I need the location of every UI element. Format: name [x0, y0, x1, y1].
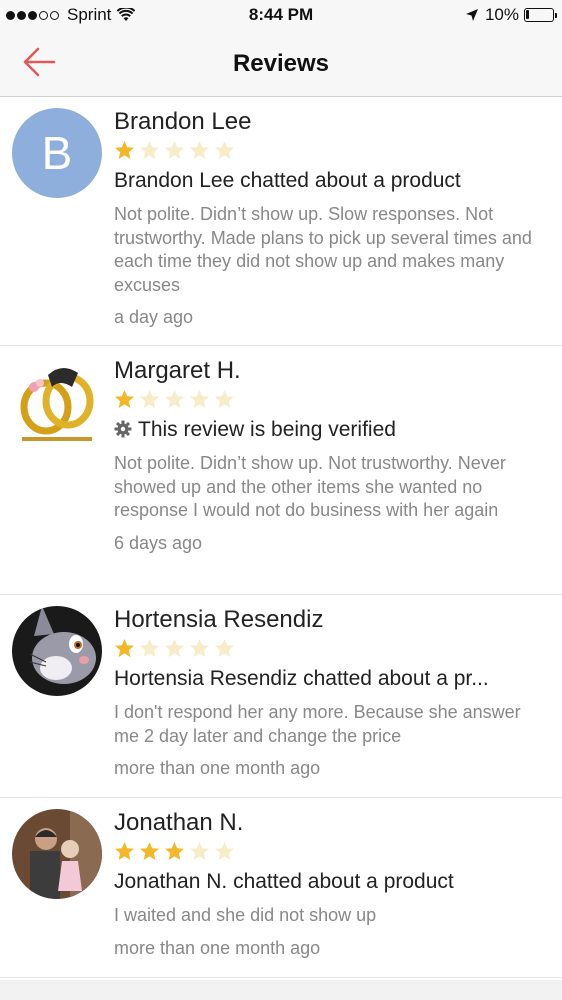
star-filled-icon — [115, 638, 134, 657]
reviewer-name[interactable]: Margaret H. — [114, 356, 550, 386]
star-empty-icon — [190, 841, 209, 860]
review-headline: Hortensia Resendiz chatted about a pr... — [114, 667, 489, 690]
review-item: Margaret H. This review is being verifie… — [0, 346, 562, 595]
cartoon-rabbit-image — [12, 606, 102, 696]
star-filled-icon — [115, 841, 134, 860]
review-body: Not polite. Didn’t show up. Slow respons… — [114, 204, 532, 295]
review-item: B Brandon Lee Brandon Lee chatted about … — [0, 97, 562, 346]
review-headline: This review is being verified — [138, 418, 396, 441]
star-rating — [114, 840, 550, 862]
star-rating — [114, 637, 550, 659]
review-headline-row: This review is being verified — [114, 416, 550, 444]
star-empty-icon — [215, 389, 234, 408]
avatar-letter: B — [41, 127, 73, 179]
star-filled-icon — [115, 140, 134, 159]
review-body: I waited and she did not show up — [114, 905, 377, 925]
review-headline: Jonathan N. chatted about a product — [114, 870, 454, 893]
reviewer-name[interactable]: Brandon Lee — [114, 107, 550, 137]
navigation-bar: Reviews — [0, 30, 562, 97]
location-arrow-icon — [465, 9, 478, 21]
star-empty-icon — [190, 140, 209, 159]
star-empty-icon — [165, 140, 184, 159]
review-item: Jonathan N. Jonathan N. chatted about a … — [0, 798, 562, 978]
status-bar: Sprint 8:44 PM 10% — [0, 0, 562, 30]
star-filled-icon — [165, 841, 184, 860]
review-item: Hortensia Resendiz Hortensia Resendiz ch… — [0, 595, 562, 798]
review-time: more than one month ago — [114, 937, 321, 958]
avatar[interactable] — [12, 357, 102, 447]
avatar[interactable] — [12, 606, 102, 696]
star-empty-icon — [190, 389, 209, 408]
star-empty-icon — [165, 389, 184, 408]
wedding-rings-image — [12, 357, 102, 447]
star-filled-icon — [115, 389, 134, 408]
family-photo-image — [12, 809, 102, 899]
page-title: Reviews — [232, 50, 330, 77]
gear-icon — [114, 420, 132, 438]
review-body: I don't respond her any more. Because sh… — [114, 702, 521, 746]
star-empty-icon — [215, 140, 234, 159]
star-empty-icon — [165, 638, 184, 657]
star-filled-icon — [140, 841, 159, 860]
battery-icon — [524, 8, 557, 22]
review-time: 6 days ago — [114, 532, 203, 553]
avatar[interactable]: B — [12, 108, 102, 198]
review-time: a day ago — [114, 307, 194, 327]
star-empty-icon — [215, 638, 234, 657]
avatar[interactable] — [12, 809, 102, 899]
reviews-list: B Brandon Lee Brandon Lee chatted about … — [0, 97, 562, 978]
star-empty-icon — [140, 638, 159, 657]
review-body: Not polite. Didn’t show up. Not trustwor… — [114, 453, 506, 520]
battery-level-fill — [526, 10, 529, 19]
star-rating — [114, 388, 550, 410]
reviewer-name[interactable]: Hortensia Resendiz — [114, 605, 550, 635]
review-time: more than one month ago — [114, 758, 321, 778]
star-empty-icon — [190, 638, 209, 657]
battery-percentage: 10% — [484, 5, 519, 24]
star-rating — [114, 139, 550, 161]
star-empty-icon — [215, 841, 234, 860]
star-empty-icon — [140, 140, 159, 159]
star-empty-icon — [140, 389, 159, 408]
review-headline: Brandon Lee chatted about a product — [114, 169, 461, 192]
reviewer-name[interactable]: Jonathan N. — [114, 808, 550, 838]
bottom-spacer — [0, 980, 562, 1000]
